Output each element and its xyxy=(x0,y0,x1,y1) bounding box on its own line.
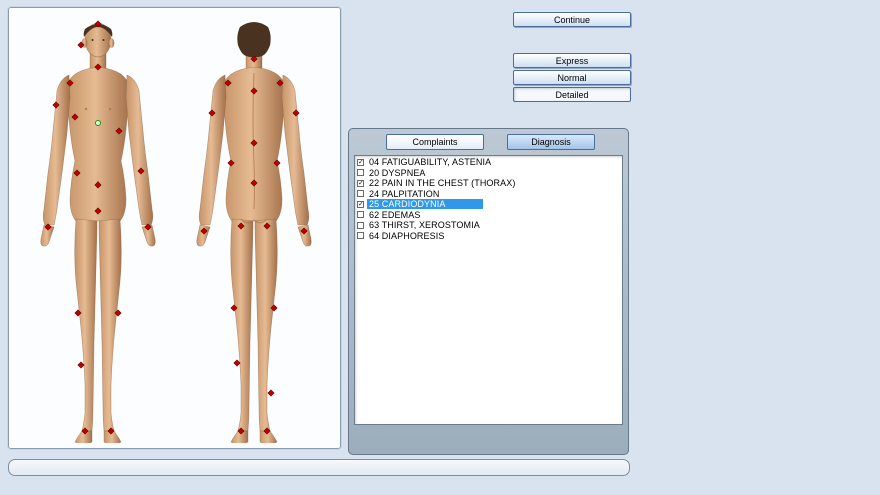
body-panel xyxy=(8,7,341,449)
body-point-marker[interactable] xyxy=(108,428,114,434)
normal-button[interactable]: Normal xyxy=(513,70,631,85)
tab-diagnosis[interactable]: Diagnosis xyxy=(507,134,595,150)
body-point-marker[interactable] xyxy=(45,224,51,230)
body-point-marker[interactable] xyxy=(264,428,270,434)
list-item-label: 63 THIRST, XEROSTOMIA xyxy=(367,220,482,230)
body-point-marker[interactable] xyxy=(251,56,257,62)
body-point-marker[interactable] xyxy=(209,110,215,116)
unchecked-checkbox[interactable] xyxy=(357,222,364,229)
body-point-marker[interactable] xyxy=(264,223,270,229)
body-point-marker[interactable] xyxy=(115,310,121,316)
body-front-view[interactable] xyxy=(23,13,173,443)
active-point-marker[interactable] xyxy=(95,120,101,126)
express-button[interactable]: Express xyxy=(513,53,631,68)
body-point-marker[interactable] xyxy=(53,102,59,108)
back-markers xyxy=(179,13,329,443)
tab-complaints[interactable]: Complaints xyxy=(386,134,484,150)
list-item[interactable]: 64 DIAPHORESIS xyxy=(356,231,622,242)
list-item-label: 20 DYSPNEA xyxy=(367,168,428,178)
body-point-marker[interactable] xyxy=(238,223,244,229)
list-item[interactable]: ✓22 PAIN IN THE CHEST (THORAX) xyxy=(356,178,622,189)
body-point-marker[interactable] xyxy=(251,140,257,146)
front-markers xyxy=(23,13,173,443)
complaints-list[interactable]: ✓04 FATIGUABILITY, ASTENIA20 DYSPNEA✓22 … xyxy=(354,155,623,425)
body-back-view[interactable] xyxy=(179,13,329,443)
body-point-marker[interactable] xyxy=(78,42,84,48)
body-point-marker[interactable] xyxy=(95,208,101,214)
unchecked-checkbox[interactable] xyxy=(357,211,364,218)
body-point-marker[interactable] xyxy=(78,362,84,368)
list-item[interactable]: ✓25 CARDIODYNIA xyxy=(356,199,622,210)
body-point-marker[interactable] xyxy=(116,128,122,134)
body-point-marker[interactable] xyxy=(228,160,234,166)
checked-checkbox[interactable]: ✓ xyxy=(357,201,364,208)
body-point-marker[interactable] xyxy=(271,305,277,311)
complaints-panel: Complaints Diagnosis ✓04 FATIGUABILITY, … xyxy=(348,128,629,455)
body-point-marker[interactable] xyxy=(75,310,81,316)
body-point-marker[interactable] xyxy=(74,170,80,176)
body-point-marker[interactable] xyxy=(67,80,73,86)
list-item-label: 25 CARDIODYNIA xyxy=(367,199,483,209)
body-point-marker[interactable] xyxy=(251,180,257,186)
list-item-label: 04 FATIGUABILITY, ASTENIA xyxy=(367,157,493,167)
body-point-marker[interactable] xyxy=(72,114,78,120)
list-item-label: 62 EDEMAS xyxy=(367,210,422,220)
body-point-marker[interactable] xyxy=(95,182,101,188)
body-point-marker[interactable] xyxy=(274,160,280,166)
body-point-marker[interactable] xyxy=(277,80,283,86)
application-window: Continue Express Normal Detailed Complai… xyxy=(0,0,880,495)
list-item-label: 64 DIAPHORESIS xyxy=(367,231,446,241)
checked-checkbox[interactable]: ✓ xyxy=(357,159,364,166)
detailed-button[interactable]: Detailed xyxy=(513,87,631,102)
unchecked-checkbox[interactable] xyxy=(357,169,364,176)
list-item[interactable]: 62 EDEMAS xyxy=(356,210,622,221)
list-item[interactable]: 20 DYSPNEA xyxy=(356,168,622,179)
body-point-marker[interactable] xyxy=(95,21,101,27)
body-point-marker[interactable] xyxy=(225,80,231,86)
checked-checkbox[interactable]: ✓ xyxy=(357,180,364,187)
body-point-marker[interactable] xyxy=(82,428,88,434)
body-point-marker[interactable] xyxy=(138,168,144,174)
list-item[interactable]: 63 THIRST, XEROSTOMIA xyxy=(356,220,622,231)
continue-button[interactable]: Continue xyxy=(513,12,631,27)
body-point-marker[interactable] xyxy=(231,305,237,311)
body-point-marker[interactable] xyxy=(95,64,101,70)
body-point-marker[interactable] xyxy=(268,390,274,396)
unchecked-checkbox[interactable] xyxy=(357,190,364,197)
body-point-marker[interactable] xyxy=(251,88,257,94)
body-point-marker[interactable] xyxy=(145,224,151,230)
list-item-label: 22 PAIN IN THE CHEST (THORAX) xyxy=(367,178,517,188)
body-point-marker[interactable] xyxy=(201,228,207,234)
body-point-marker[interactable] xyxy=(238,428,244,434)
body-point-marker[interactable] xyxy=(301,228,307,234)
list-item[interactable]: 24 PALPITATION xyxy=(356,189,622,200)
list-item-label: 24 PALPITATION xyxy=(367,189,441,199)
list-item[interactable]: ✓04 FATIGUABILITY, ASTENIA xyxy=(356,157,622,168)
body-point-marker[interactable] xyxy=(293,110,299,116)
body-point-marker[interactable] xyxy=(234,360,240,366)
status-bar xyxy=(8,459,630,476)
unchecked-checkbox[interactable] xyxy=(357,232,364,239)
